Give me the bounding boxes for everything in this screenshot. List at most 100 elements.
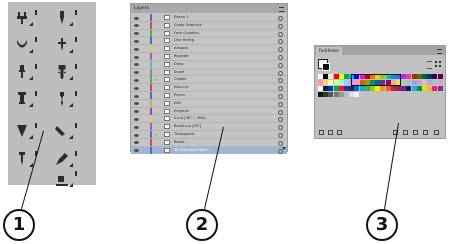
tab-swatches[interactable]: Farbfelder (316, 47, 343, 55)
layer-row[interactable]: Punch (131, 92, 287, 100)
color-swatch[interactable] (437, 86, 443, 91)
visibility-eye-icon[interactable] (134, 133, 139, 137)
layer-target-icon[interactable] (278, 31, 283, 37)
layer-name: Score (174, 69, 185, 74)
layer-target-icon[interactable] (278, 140, 283, 146)
tool-bar-marker (75, 37, 77, 42)
layer-thumbnail (164, 69, 170, 75)
layer-row[interactable]: Guide Graphics (131, 21, 287, 30)
tangential-knife-icon[interactable] (55, 11, 69, 25)
visibility-eye-icon[interactable] (134, 63, 139, 67)
layer-target-icon[interactable] (278, 125, 283, 131)
layer-target-icon[interactable] (278, 70, 283, 76)
layer-target-icon[interactable] (278, 101, 283, 107)
layer-row[interactable]: Drill (131, 99, 287, 108)
rotary-tool-icon[interactable] (15, 65, 29, 79)
layer-target-icon[interactable] (278, 94, 283, 99)
callout-number-2: 2 (186, 209, 218, 241)
drill-tool-icon[interactable] (55, 92, 69, 106)
layer-row[interactable]: Draw (131, 60, 287, 69)
layer-row[interactable]: Artwork (131, 45, 287, 53)
layer-target-icon[interactable] (278, 39, 283, 45)
layer-target-icon[interactable] (278, 109, 283, 115)
hatch-tool-icon[interactable] (55, 172, 69, 186)
visibility-eye-icon[interactable] (134, 32, 139, 36)
layer-target-icon[interactable] (278, 47, 283, 53)
layer-thumbnail (164, 132, 170, 137)
visibility-eye-icon[interactable] (134, 117, 139, 121)
scroll-down-arrow-icon[interactable] (282, 147, 286, 150)
panel-menu-icon[interactable] (437, 49, 442, 54)
layer-target-icon[interactable] (278, 86, 283, 92)
layer-color-bar (150, 60, 152, 68)
expand-arrow-icon[interactable]: › (155, 76, 157, 83)
trash-icon[interactable] (434, 130, 439, 135)
oscillating-knife-icon[interactable] (55, 65, 69, 79)
visibility-eye-icon[interactable] (134, 102, 139, 106)
layer-row[interactable]: Ebene 1 (131, 14, 287, 22)
layer-color-bar (150, 21, 152, 29)
layer-row[interactable]: Face Graphics (131, 29, 287, 38)
layer-row[interactable]: Score (131, 68, 287, 77)
folder-icon[interactable] (413, 130, 418, 135)
visibility-eye-icon[interactable] (134, 47, 139, 51)
clamp-tool-icon[interactable] (15, 11, 29, 25)
layer-target-icon[interactable] (278, 133, 283, 138)
grid-view-icon[interactable] (435, 61, 441, 67)
visibility-eye-icon[interactable] (134, 71, 139, 75)
crease-wheel-icon[interactable] (15, 38, 29, 52)
layer-target-icon[interactable] (278, 117, 283, 123)
panel-menu-icon[interactable] (279, 7, 284, 12)
visibility-eye-icon[interactable] (134, 16, 139, 20)
visibility-eye-icon[interactable] (134, 39, 139, 43)
pen-tool-icon[interactable] (55, 152, 69, 166)
tool-flyout-indicator-icon (29, 135, 33, 139)
layer-row[interactable]: Register (131, 53, 287, 61)
layer-target-icon[interactable] (278, 78, 283, 84)
visibility-eye-icon[interactable] (134, 149, 139, 153)
swatch-options-icon[interactable] (337, 130, 342, 135)
new-swatch-icon[interactable] (403, 130, 408, 135)
show-swatch-kinds-icon[interactable] (328, 130, 333, 135)
color-swatch[interactable] (354, 92, 360, 97)
color-swatch[interactable] (437, 80, 443, 85)
drag-knife-icon[interactable] (55, 38, 69, 52)
layer-row[interactable]: Kiss-cut (131, 84, 287, 92)
color-swatch[interactable] (437, 74, 443, 79)
visibility-eye-icon[interactable] (134, 125, 139, 129)
visibility-eye-icon[interactable] (134, 55, 139, 59)
layer-row[interactable]: V-cut [30° / -3Ne] (131, 115, 287, 124)
new-swatch-page-icon[interactable] (423, 130, 428, 135)
layer-row[interactable]: Bevel-cut [45°] (131, 123, 287, 131)
layer-thumbnail (164, 77, 170, 83)
layer-row[interactable]: Engrave (131, 107, 287, 116)
layer-row[interactable]: › Throughcut (131, 131, 287, 139)
layer-target-icon[interactable] (278, 23, 283, 29)
layers-panel: Layers Ebene 1 Guide Graphics Face Graphic… (130, 3, 288, 155)
visibility-eye-icon[interactable] (134, 94, 139, 98)
visibility-eye-icon[interactable] (134, 110, 139, 114)
layers-panel-header[interactable]: Layers (131, 4, 287, 13)
visibility-eye-icon[interactable] (134, 78, 139, 82)
tool-bar-marker (35, 10, 37, 15)
layer-target-icon[interactable] (278, 62, 283, 68)
layer-row[interactable]: Line Hiding (131, 37, 287, 46)
layer-target-icon[interactable] (278, 55, 283, 60)
stroke-swatch-icon[interactable] (322, 63, 330, 71)
v-cut-tool-icon[interactable] (15, 124, 29, 138)
expand-arrow-icon[interactable]: › (155, 131, 157, 138)
visibility-eye-icon[interactable] (134, 24, 139, 28)
layer-target-icon[interactable] (278, 16, 283, 21)
swatch-library-icon[interactable] (319, 130, 324, 135)
layer-row[interactable]: 3D Structure Hatch (131, 146, 287, 155)
fill-stroke-selector[interactable] (318, 59, 330, 71)
punch-tool-icon[interactable] (15, 92, 29, 106)
bevel-tool-icon[interactable] (55, 124, 69, 138)
visibility-eye-icon[interactable] (134, 141, 139, 145)
layer-name: Guide Graphics (174, 22, 202, 27)
layer-row[interactable]: › Crease (131, 76, 287, 85)
list-view-icon[interactable] (427, 61, 432, 69)
layer-row[interactable]: Route (131, 138, 287, 147)
engrave-tool-icon[interactable] (15, 152, 29, 166)
visibility-eye-icon[interactable] (134, 86, 139, 90)
